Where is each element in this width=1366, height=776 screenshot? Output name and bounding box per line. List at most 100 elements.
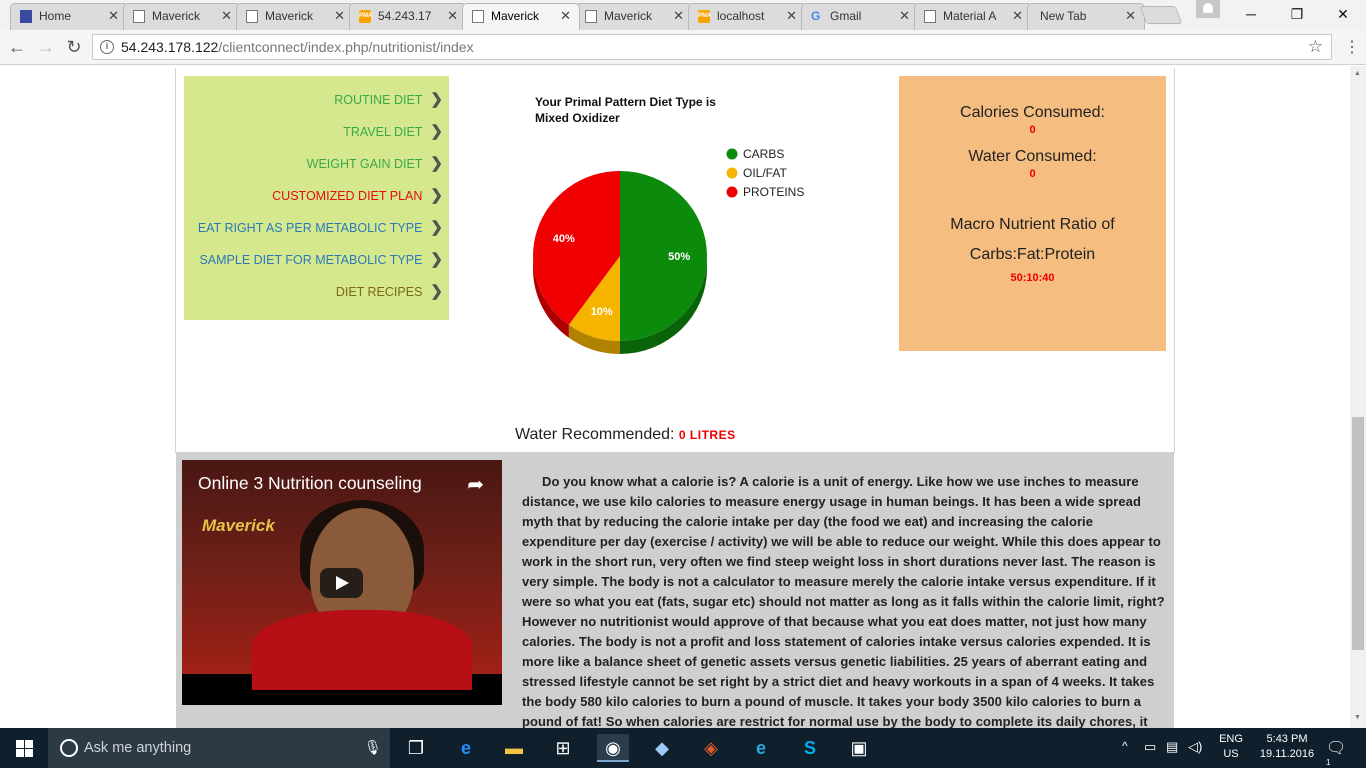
windows-logo-icon: [16, 740, 33, 757]
close-icon[interactable]: ✕: [334, 4, 345, 28]
legend-label[interactable]: PROTEINS: [743, 185, 804, 199]
menu-item-routine-diet[interactable]: ROUTINE DIET ❯: [334, 90, 443, 110]
macro-ratio-sublabel: Carbs:Fat:Protein: [969, 246, 1096, 263]
chrome-icon[interactable]: ◉: [597, 734, 629, 762]
notification-count: 1: [1326, 758, 1331, 767]
pma-icon: PMA: [698, 10, 711, 23]
file-explorer-icon[interactable]: ▬: [498, 734, 530, 762]
video-player[interactable]: Maverick Online 3 Nutrition counseling ➦: [182, 460, 502, 705]
browser-menu-button[interactable]: ⋮: [1344, 38, 1360, 58]
menu-item-customized-diet-plan[interactable]: CUSTOMIZED DIET PLAN ❯: [272, 186, 443, 206]
tab-maverick-active[interactable]: Maverick ✕: [462, 3, 580, 30]
profile-button[interactable]: [1196, 0, 1220, 18]
new-tab-button[interactable]: [1139, 6, 1183, 24]
address-bar[interactable]: i 54.243.178.122/clientconnect/index.php…: [92, 34, 1332, 60]
volume-icon[interactable]: ◁): [1188, 739, 1202, 755]
task-view-icon[interactable]: ❐: [400, 734, 432, 762]
tab-localhost[interactable]: PMA localhost ✕: [688, 3, 806, 30]
tab-maverick-2[interactable]: Maverick ✕: [236, 3, 354, 30]
menu-item-sample-diet-metabolic[interactable]: SAMPLE DIET FOR METABOLIC TYPE ❯: [199, 250, 443, 270]
close-window-button[interactable]: ✕: [1320, 2, 1366, 26]
browser-tab-strip: Home ✕ Maverick ✕ Maverick ✕ PMA 54.243.…: [0, 0, 1366, 30]
menu-item-weight-gain-diet[interactable]: WEIGHT GAIN DIET ❯: [307, 154, 443, 174]
legend-label[interactable]: CARBS: [743, 147, 784, 161]
video-brand-logo: Maverick: [202, 516, 275, 535]
close-icon[interactable]: ✕: [447, 4, 458, 28]
notification-center-icon[interactable]: 🗨1: [1326, 738, 1346, 776]
back-button[interactable]: ←: [6, 36, 28, 58]
macro-ratio-label: Macro Nutrient Ratio of: [950, 216, 1115, 233]
water-consumed-value: 0: [1029, 168, 1036, 180]
tab-maverick-1[interactable]: Maverick ✕: [123, 3, 241, 30]
close-icon[interactable]: ✕: [108, 4, 119, 28]
close-icon[interactable]: ✕: [899, 4, 910, 28]
close-icon[interactable]: ✕: [560, 4, 571, 28]
chevron-right-icon: ❯: [430, 155, 443, 172]
menu-item-eat-right-metabolic[interactable]: EAT RIGHT AS PER METABOLIC TYPE ❯: [198, 218, 443, 238]
menu-item-label: DIET RECIPES: [335, 285, 423, 299]
start-button[interactable]: [0, 728, 48, 768]
app-icon[interactable]: ▣: [843, 734, 875, 762]
presenter-image: [252, 610, 472, 690]
tab-gmail[interactable]: G Gmail ✕: [801, 3, 919, 30]
tab-maverick-3[interactable]: Maverick ✕: [575, 3, 693, 30]
virtualbox-icon[interactable]: ◆: [646, 734, 678, 762]
tab-material[interactable]: Material A ✕: [914, 3, 1032, 30]
chevron-right-icon: ❯: [430, 219, 443, 236]
chevron-up-icon[interactable]: ^: [1122, 739, 1128, 753]
page-scrollbar[interactable]: ▲ ▼: [1350, 66, 1366, 728]
menu-item-label: EAT RIGHT AS PER METABOLIC TYPE: [197, 221, 423, 235]
git-icon[interactable]: ◈: [695, 734, 727, 762]
user-icon: [1203, 3, 1213, 13]
close-icon[interactable]: ✕: [221, 4, 232, 28]
close-icon[interactable]: ✕: [1125, 4, 1136, 28]
power-icon[interactable]: ▭: [1144, 739, 1156, 755]
skype-icon[interactable]: S: [794, 734, 826, 762]
store-icon[interactable]: ⊞: [547, 734, 579, 762]
play-button[interactable]: [320, 568, 363, 598]
tab-home[interactable]: Home ✕: [10, 3, 128, 30]
tab-new-tab[interactable]: New Tab ✕: [1027, 3, 1145, 30]
scroll-down-icon[interactable]: ▼: [1354, 714, 1361, 721]
maximize-button[interactable]: ❐: [1274, 2, 1320, 26]
url-text[interactable]: 54.243.178.122/clientconnect/index.php/n…: [121, 39, 474, 55]
calories-consumed-value: 0: [1029, 124, 1036, 136]
legend-label[interactable]: OIL/FAT: [743, 166, 787, 180]
network-icon[interactable]: ▤: [1166, 739, 1178, 755]
video-title[interactable]: Online 3 Nutrition counseling: [198, 473, 422, 494]
menu-item-diet-recipes[interactable]: DIET RECIPES ❯: [336, 282, 443, 302]
microphone-icon[interactable]: 🎙: [364, 739, 382, 756]
menu-item-label: WEIGHT GAIN DIET: [306, 157, 423, 171]
gmail-icon: G: [811, 9, 821, 23]
reload-button[interactable]: ↻: [63, 36, 85, 58]
bookmark-star-icon[interactable]: ☆: [1308, 37, 1323, 57]
tab-phpmyadmin-1[interactable]: PMA 54.243.17 ✕: [349, 3, 467, 30]
menu-item-travel-diet[interactable]: TRAVEL DIET ❯: [343, 122, 443, 142]
minimize-button[interactable]: ─: [1228, 2, 1274, 26]
clock-time: 5:43 PM: [1266, 733, 1308, 745]
close-icon[interactable]: ✕: [1012, 4, 1023, 28]
info-icon[interactable]: i: [100, 40, 114, 54]
share-icon[interactable]: ➦: [467, 472, 484, 497]
cortana-icon: [60, 739, 78, 757]
forward-button[interactable]: →: [35, 36, 57, 58]
water-recommended: Water Recommended: 0 LITRES: [515, 426, 736, 444]
scrollbar-thumb[interactable]: [1352, 417, 1364, 650]
clock[interactable]: 5:43 PM 19.11.2016: [1250, 732, 1324, 762]
internet-explorer-icon[interactable]: e: [745, 734, 777, 762]
browser-toolbar: ← → ↻ i 54.243.178.122/clientconnect/ind…: [0, 30, 1366, 65]
page-icon: [133, 10, 145, 23]
close-icon[interactable]: ✕: [786, 4, 797, 28]
water-recommended-label: Water Recommended:: [515, 426, 675, 443]
cortana-search[interactable]: Ask me anything 🎙: [48, 728, 390, 768]
water-consumed-label: Water Consumed:: [968, 148, 1097, 165]
edge-icon[interactable]: e: [450, 734, 482, 762]
legend-marker: [726, 186, 738, 198]
page-icon: [472, 10, 484, 23]
close-icon[interactable]: ✕: [673, 4, 684, 28]
scroll-up-icon[interactable]: ▲: [1354, 70, 1361, 77]
pma-icon: PMA: [359, 10, 372, 23]
pie-slice-carbs[interactable]: [620, 171, 707, 341]
article-text: Do you know what a calorie is? A calorie…: [522, 474, 1165, 728]
language-indicator[interactable]: ENG US: [1216, 732, 1246, 762]
